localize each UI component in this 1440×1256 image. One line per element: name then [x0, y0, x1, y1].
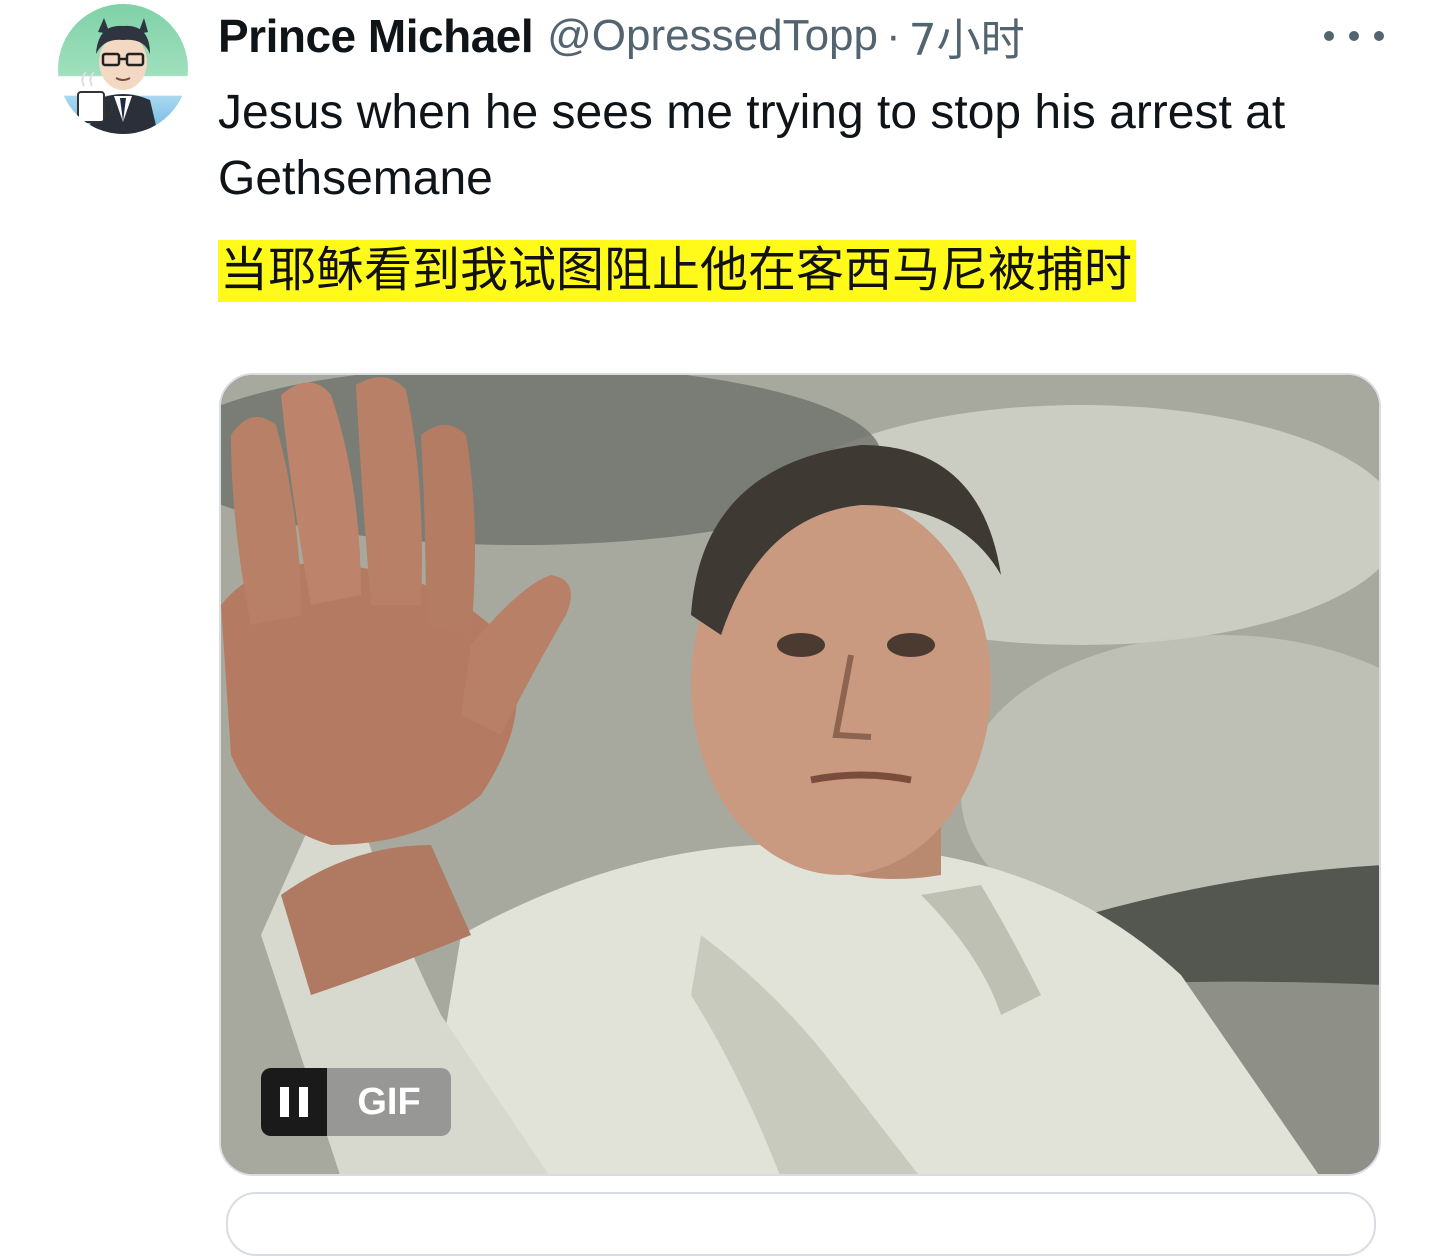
tweet-timestamp[interactable]: 7小时 [909, 4, 1025, 68]
tweet-translation: 当耶稣看到我试图阻止他在客西马尼被捕时 [218, 240, 1137, 302]
more-horizontal-icon[interactable] [1324, 18, 1384, 54]
author-handle[interactable]: @OpressedTopp [547, 11, 878, 61]
quoted-card-edge[interactable] [226, 1192, 1376, 1256]
dot-2 [1349, 31, 1359, 41]
tweet-header: Prince Michael @OpressedTopp · 7小时 [218, 8, 1380, 66]
gif-frame-image [221, 375, 1379, 1174]
separator-dot: · [885, 11, 901, 60]
author-display-name[interactable]: Prince Michael [218, 9, 534, 63]
tweet-media-gif[interactable]: GIF [219, 373, 1381, 1176]
author-avatar[interactable] [58, 4, 188, 134]
dot-1 [1324, 31, 1334, 41]
pause-icon[interactable] [261, 1068, 327, 1136]
tweet-text: Jesus when he sees me trying to stop his… [218, 86, 1286, 205]
gif-label: GIF [327, 1068, 451, 1136]
avatar-illustration-icon [77, 18, 158, 134]
gif-badge: GIF [261, 1068, 451, 1136]
dot-3 [1374, 31, 1384, 41]
